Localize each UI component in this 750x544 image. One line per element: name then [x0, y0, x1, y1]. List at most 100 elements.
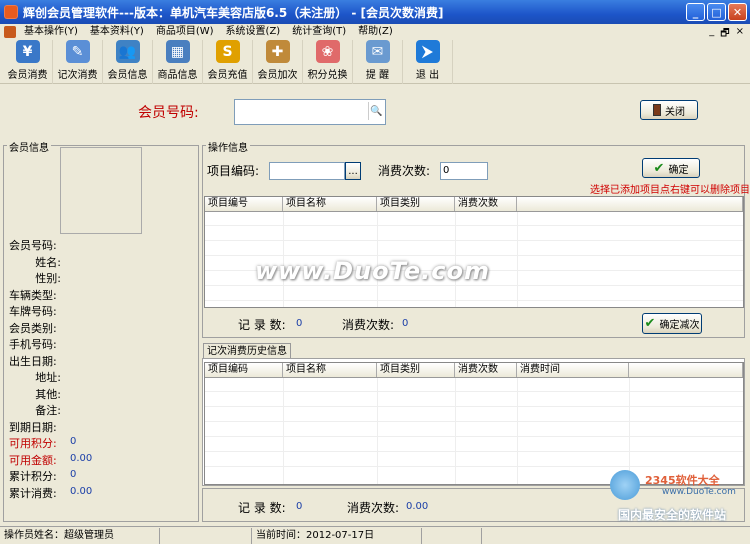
menu-bar: 基本操作(Y) 基本资料(Y) 商品项目(W) 系统设置(Z) 统计查询(T) … — [0, 24, 750, 40]
toolbar-button-8[interactable]: ✉ 提 醒 — [353, 40, 403, 84]
member-field-value: 0 — [70, 469, 77, 480]
operator-cell: 操作员姓名：超级管理员 — [0, 527, 160, 544]
items-grid[interactable]: 项目编号 项目名称 项目类别 消费次数 — [204, 196, 744, 308]
member-field-label: 性别: — [35, 272, 61, 285]
count-label: 消费次数: — [378, 164, 431, 178]
history-records-value: 0 — [296, 501, 303, 512]
menu-help[interactable]: 帮助(Z) — [352, 25, 399, 39]
member-field-label: 备注: — [35, 404, 61, 417]
member-field-label: 到期日期: — [9, 420, 57, 434]
close-button[interactable]: 关闭 — [640, 100, 698, 120]
member-number-label: 会员号码: — [138, 105, 199, 121]
item-code-input[interactable] — [269, 162, 345, 180]
toolbar-label: 提 醒 — [365, 70, 390, 81]
history-grid[interactable]: 项目编码 项目名称 项目类别 消费次数 消费时间 — [204, 362, 744, 485]
toolbar-label: 退 出 — [415, 70, 440, 81]
records-label: 记 录 数: — [238, 318, 286, 332]
deduct-button[interactable]: ✔ 确定减次 — [642, 313, 702, 334]
menu-goods[interactable]: 商品项目(W) — [150, 25, 220, 39]
history-grid-row — [205, 393, 743, 407]
member-field-label: 可用金额: — [9, 453, 57, 467]
items-grid-column-header[interactable]: 消费次数 — [455, 197, 517, 211]
toolbar-button-5[interactable]: S 会员充值 — [203, 40, 253, 84]
toolbar-button-7[interactable]: ❀ 积分兑换 — [303, 40, 353, 84]
brand-mascot-icon — [610, 470, 640, 500]
toolbar-button-9[interactable]: ⮞ 退 出 — [403, 40, 453, 84]
maximize-button[interactable]: □ — [707, 3, 726, 21]
brand-logo: 2345软件大全 www.DuoTe.com 国内最安全的软件站 — [600, 468, 750, 524]
member-info-title: 会员信息 — [7, 139, 51, 154]
search-icon[interactable]: 🔍 — [368, 102, 384, 120]
menu-basic-data[interactable]: 基本资料(Y) — [84, 25, 150, 39]
coin-icon: S — [215, 40, 240, 63]
history-grid-column-header[interactable]: 消费次数 — [455, 363, 517, 377]
toolbar-label: 会员消费 — [7, 70, 48, 81]
toolbar-button-6[interactable]: ✚ 会员加次 — [253, 40, 303, 84]
item-code-label: 项目编码: — [207, 164, 260, 178]
count-total-label: 消费次数: — [342, 318, 395, 332]
toolbar-button-3[interactable]: 👥 会员信息 — [103, 40, 153, 84]
status-empty-cell — [160, 527, 252, 544]
items-grid-column-header[interactable]: 项目名称 — [283, 197, 377, 211]
history-grid-column-header[interactable]: 项目类别 — [377, 363, 455, 377]
menu-basic-ops[interactable]: 基本操作(Y) — [18, 25, 84, 39]
window-title: 辉创会员管理软件---版本：单机汽车美容店版6.5（未注册） - [会员次数消费… — [23, 5, 444, 20]
toolbar-label: 记次消费 — [57, 70, 98, 81]
members-icon: 👥 — [115, 40, 140, 63]
history-grid-row — [205, 438, 743, 452]
delete-hint: 选择已添加项目点右键可以删除项目 — [590, 185, 750, 196]
items-grid-header: 项目编号 项目名称 项目类别 消费次数 — [205, 197, 743, 212]
member-field-label: 手机号码: — [9, 338, 57, 351]
toolbar-button-2[interactable]: ✎ 记次消费 — [53, 40, 103, 84]
history-grid-row — [205, 453, 743, 467]
count-input[interactable]: 0 — [440, 162, 488, 180]
items-grid-column-header[interactable]: 项目类别 — [377, 197, 455, 211]
records-value: 0 — [296, 318, 303, 329]
member-field-label: 累计积分: — [9, 470, 57, 483]
edit-doc-icon: ✎ — [65, 40, 90, 63]
menu-stats[interactable]: 统计查询(T) — [286, 25, 352, 39]
history-grid-row — [205, 378, 743, 392]
member-field-value: 0.00 — [70, 452, 93, 464]
history-grid-header-filler — [629, 363, 743, 377]
toolbar-label: 积分兑换 — [307, 70, 348, 81]
member-field-label: 出生日期: — [9, 354, 57, 368]
items-grid-header-filler — [517, 197, 743, 211]
history-grid-column-header[interactable]: 项目编码 — [205, 363, 283, 377]
member-field-label: 姓名: — [35, 255, 61, 269]
history-grid-row — [205, 423, 743, 437]
minimize-button[interactable]: _ — [686, 3, 705, 21]
add-count-icon: ✚ — [265, 40, 290, 63]
tab-history[interactable]: 记次消费历史信息 — [203, 343, 291, 359]
toolbar: ¥ 会员消费 ✎ 记次消费 👥 会员信息 ▦ 商品信息 S 会员充值 ✚ 会员加次 ❀ 积分兑换 ✉ 提 醒 ⮞… — [0, 40, 750, 84]
toolbar-label: 商品信息 — [157, 70, 198, 81]
time-cell: 当前时间：2012-07-17日 17:38:30 — [252, 527, 422, 544]
member-field-label: 会员号码: — [9, 239, 57, 252]
member-photo — [60, 147, 142, 234]
exit-icon: ⮞ — [415, 40, 440, 63]
menu-settings[interactable]: 系统设置(Z) — [220, 25, 287, 39]
brand-slogan: 国内最安全的软件站 — [618, 508, 727, 522]
toolbar-button-4[interactable]: ▦ 商品信息 — [153, 40, 203, 84]
history-grid-column-header[interactable]: 消费时间 — [517, 363, 629, 377]
toolbar-button-1[interactable]: ¥ 会员消费 — [3, 40, 53, 84]
history-grid-column-header[interactable]: 项目名称 — [283, 363, 377, 377]
member-field-label: 其他: — [35, 387, 61, 401]
member-field-label: 会员类别: — [9, 321, 57, 335]
items-grid-row — [205, 287, 743, 301]
toolbar-label: 会员充值 — [207, 70, 248, 81]
items-grid-column-header[interactable]: 项目编号 — [205, 197, 283, 211]
close-window-button[interactable]: ✕ — [728, 3, 747, 21]
member-number-input[interactable] — [234, 99, 386, 125]
confirm-button[interactable]: ✔ 确定 — [642, 158, 700, 178]
count-total-value: 0 — [402, 318, 409, 329]
member-field-value: 0.00 — [70, 485, 93, 497]
check-icon: ✔ — [644, 316, 656, 331]
history-count-value: 0.00 — [406, 501, 429, 512]
toolbar-label: 会员加次 — [257, 70, 298, 81]
history-records-label: 记 录 数: — [238, 501, 286, 515]
status-extra-cell — [422, 527, 482, 544]
watermark-text: www.DuoTe.com — [255, 257, 490, 285]
browse-button[interactable]: ... — [345, 162, 361, 180]
operation-title: 操作信息 — [206, 139, 250, 154]
